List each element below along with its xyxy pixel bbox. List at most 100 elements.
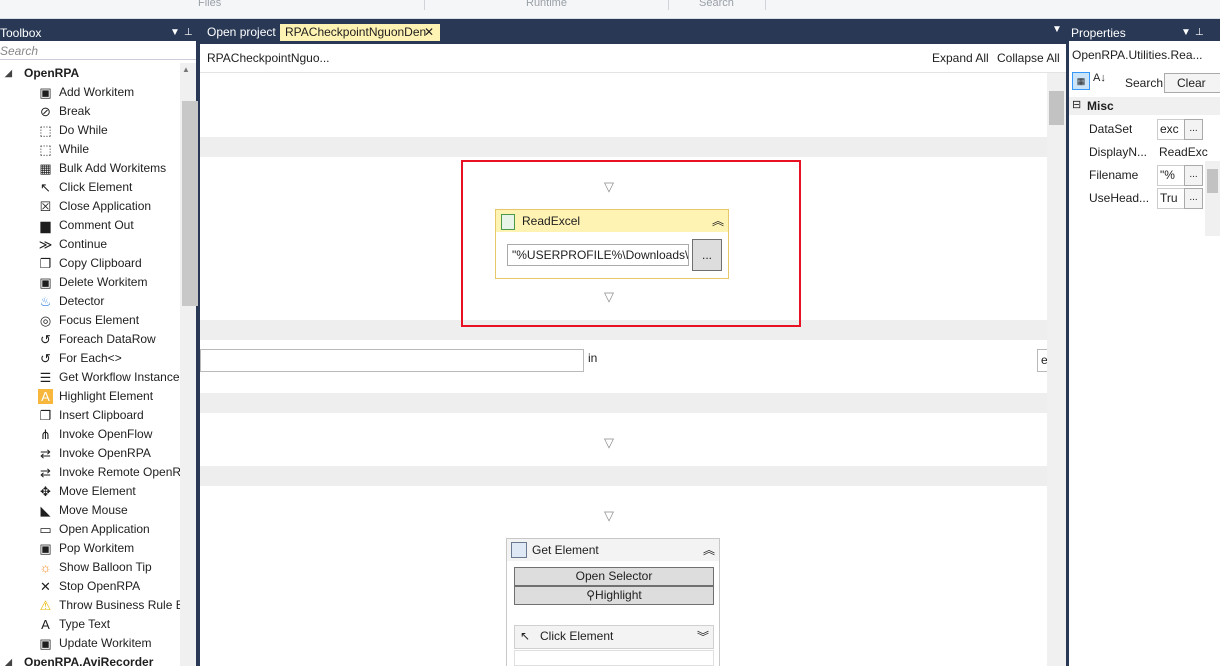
expand-all-link[interactable]: Expand All [932, 51, 989, 65]
toolbox-item[interactable]: ≫ Continue [0, 235, 180, 254]
property-value[interactable]: ReadExc [1159, 145, 1208, 159]
toolbox-item[interactable]: ⚠ Throw Business Rule Exception [0, 596, 180, 615]
cursor-icon: ↖ [520, 629, 531, 643]
toolbox-item[interactable]: ⬚ While [0, 140, 180, 159]
toolbox-item[interactable]: ▣ Pop Workitem [0, 539, 180, 558]
toolbox-item[interactable]: ↖ Click Element [0, 178, 180, 197]
property-row[interactable]: UseHead... Tru... [1069, 187, 1220, 210]
tab-open-project[interactable]: Open project [202, 24, 281, 41]
toolbox-item[interactable]: ↺ Foreach DataRow [0, 330, 180, 349]
toolbox-scrollbar[interactable]: ▲ [180, 63, 198, 666]
highlight-button[interactable]: ⚲Highlight [514, 586, 714, 605]
expand-chevron-icon[interactable]: ︾ [697, 628, 709, 645]
toolbox-item[interactable]: ☒ Close Application [0, 197, 180, 216]
categorized-view-icon[interactable]: ▦ [1072, 72, 1090, 90]
toolbox-item-label: Insert Clipboard [59, 408, 144, 422]
toolbox-item[interactable]: A Type Text [0, 615, 180, 634]
type-text-icon: A [41, 617, 50, 632]
collapse-all-link[interactable]: Collapse All [997, 51, 1060, 65]
toolbox-item[interactable]: A Highlight Element [0, 387, 180, 406]
move-element-icon: ✥ [40, 484, 51, 499]
toolbox-item[interactable]: ▆ Comment Out [0, 216, 180, 235]
toolbox-item[interactable]: ↺ For Each<> [0, 349, 180, 368]
toolbox-panel: Search ◢ OpenRPA ▣ Add Workitem ⊘ Break ⬚ Do … [0, 41, 198, 666]
toolbox-item[interactable]: ⊘ Break [0, 102, 180, 121]
update-workitem-icon: ▣ [39, 636, 52, 651]
comment-out-icon: ▆ [40, 218, 51, 233]
click-element-activity[interactable]: ↖ Click Element ︾ [514, 625, 714, 649]
show-balloon-tip-icon: ☼ [39, 560, 52, 575]
toolbox-item[interactable]: ▣ Add Workitem [0, 83, 180, 102]
ribbon-divider [424, 0, 425, 10]
property-value[interactable]: "% [1157, 165, 1185, 186]
toolbox-item[interactable]: ☰ Get Workflow Instance [0, 368, 180, 387]
property-category[interactable]: ⊟ Misc [1069, 97, 1220, 115]
scroll-up-icon[interactable]: ▲ [182, 65, 190, 74]
property-row[interactable]: Filename "%... [1069, 164, 1220, 187]
sequence-band [200, 137, 1047, 157]
pin-icon[interactable]: ⊥ [1195, 25, 1204, 41]
tab-dropdown-icon[interactable]: ▼ [1052, 24, 1062, 35]
property-ellipsis-button[interactable]: ... [1184, 165, 1203, 186]
toolbox-item[interactable]: ✥ Move Element [0, 482, 180, 501]
foreach-collection-input[interactable]: e [1037, 349, 1047, 372]
property-ellipsis-button[interactable]: ... [1184, 188, 1203, 209]
toolbox-item[interactable]: ⋔ Invoke OpenFlow [0, 425, 180, 444]
toolbox-item[interactable]: ◣ Move Mouse [0, 501, 180, 520]
toolbox-item[interactable]: ▣ Update Workitem [0, 634, 180, 653]
ribbon-group-search: Search [699, 0, 734, 9]
property-ellipsis-button[interactable]: ... [1184, 119, 1203, 140]
toolbox-item[interactable]: ❐ Insert Clipboard [0, 406, 180, 425]
toolbox-category-openrpa[interactable]: ◢ OpenRPA [0, 64, 180, 83]
toolbox-item[interactable]: ⇄ Invoke Remote OpenRPA [0, 463, 180, 482]
toolbox-item[interactable]: ❐ Copy Clipboard [0, 254, 180, 273]
property-value[interactable]: Tru [1157, 188, 1185, 209]
toolbox-item[interactable]: ◎ Focus Element [0, 311, 180, 330]
add-workitem-icon: ▣ [39, 85, 52, 100]
properties-scrollbar[interactable] [1205, 161, 1220, 236]
property-name: UseHead... [1089, 191, 1150, 205]
toolbox-item[interactable]: ♨ Detector [0, 292, 180, 311]
do-while-icon: ⬚ [39, 123, 52, 138]
toolbox-item[interactable]: ▣ Delete Workitem [0, 273, 180, 292]
toolbox-item-label: Click Element [59, 180, 133, 194]
clear-button[interactable]: Clear [1164, 73, 1220, 93]
properties-scroll-thumb[interactable] [1207, 169, 1218, 193]
designer-canvas: ▽ ▽ ▽ ▽ in e ReadExcel ︽ "%USERPROFILE%\… [200, 73, 1047, 666]
toolbox-item[interactable]: ⬚ Do While [0, 121, 180, 140]
drop-target-icon[interactable]: ▽ [604, 435, 614, 451]
toolbox-item-label: Type Text [59, 617, 111, 631]
toolbox-search-input[interactable]: Search [0, 43, 196, 60]
collapse-box-icon[interactable]: ⊟ [1072, 98, 1081, 111]
foreach-item-input[interactable] [200, 349, 584, 372]
collapse-chevron-icon[interactable]: ︽ [703, 539, 715, 561]
toolbox-item[interactable]: ☼ Show Balloon Tip [0, 558, 180, 577]
designer-scrollbar[interactable] [1047, 73, 1066, 666]
toolbox-scroll-thumb[interactable] [182, 101, 198, 306]
toolbox-item[interactable]: ⇄ Invoke OpenRPA [0, 444, 180, 463]
pin-icon[interactable]: ⊥ [184, 25, 193, 41]
designer-scroll-thumb[interactable] [1049, 91, 1064, 125]
drop-target-icon[interactable]: ▽ [604, 508, 614, 524]
toolbox-item[interactable]: ▭ Open Application [0, 520, 180, 539]
collapse-triangle-icon[interactable]: ◢ [5, 653, 12, 666]
toolbox-item[interactable]: ▦ Bulk Add Workitems [0, 159, 180, 178]
dropdown-arrow-icon[interactable]: ▼ [1181, 25, 1191, 41]
breadcrumb[interactable]: RPACheckpointNguo... [207, 51, 330, 65]
get-element-activity[interactable]: Get Element ︽ Open Selector ⚲Highlight ↖… [506, 538, 720, 666]
tab-rpacheckpointnguonden[interactable]: RPACheckpointNguonDen ✕ [280, 24, 440, 41]
toolbox-item-label: Highlight Element [59, 389, 154, 403]
property-row[interactable]: DataSet exc... [1069, 118, 1220, 141]
collapse-triangle-icon[interactable]: ◢ [5, 64, 12, 83]
close-icon[interactable]: ✕ [424, 24, 434, 41]
toolbox-category-avirecorder[interactable]: ◢ OpenRPA.AviRecorder [0, 653, 180, 666]
alphabetical-sort-icon[interactable]: A↓ [1093, 72, 1106, 84]
toolbox-item-label: Get Workflow Instance [59, 370, 180, 384]
toolbox-item-label: Delete Workitem [59, 275, 148, 289]
property-row[interactable]: DisplayN... ReadExc [1069, 141, 1220, 164]
dropdown-arrow-icon[interactable]: ▼ [170, 25, 180, 41]
open-selector-button[interactable]: Open Selector [514, 567, 714, 586]
toolbox-list: ◢ OpenRPA ▣ Add Workitem ⊘ Break ⬚ Do While ⬚ W… [0, 63, 180, 666]
property-value[interactable]: exc [1157, 119, 1185, 140]
toolbox-item[interactable]: ✕ Stop OpenRPA [0, 577, 180, 596]
